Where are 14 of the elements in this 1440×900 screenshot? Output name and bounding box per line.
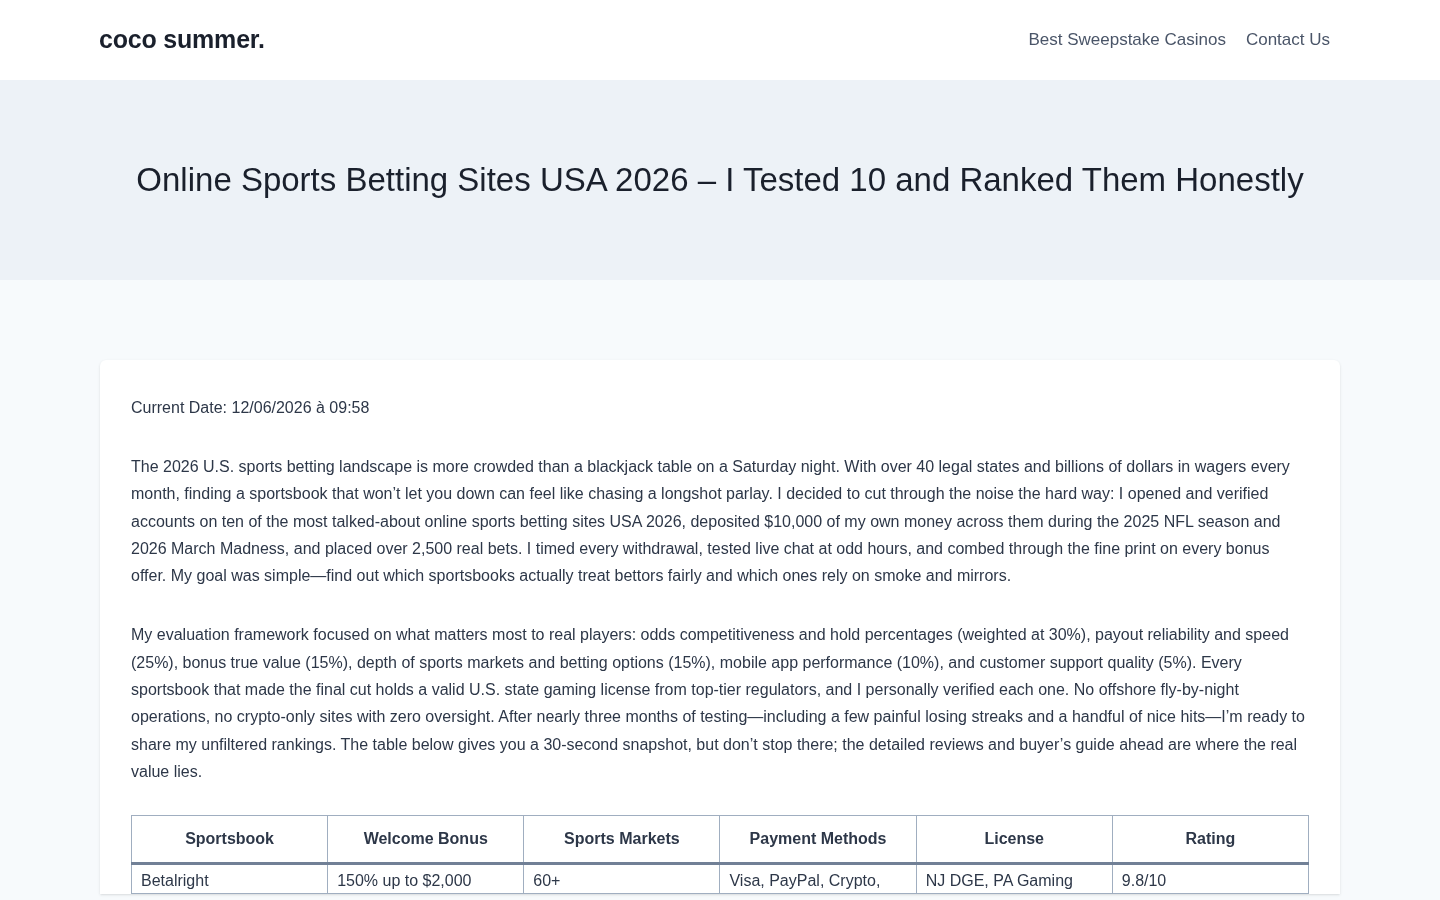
nav-link[interactable]: Contact Us — [1245, 27, 1330, 53]
column-header: Payment Methods — [719, 815, 917, 864]
column-header: Sports Markets — [523, 815, 720, 864]
nav-link[interactable]: Best Sweepstake Casinos — [1028, 27, 1226, 53]
site-logo[interactable]: coco summer. — [99, 21, 265, 59]
page-title: Online Sports Betting Sites USA 2026 – I Tested 10 and Ranked Them Honestly — [136, 160, 1304, 201]
current-date-text: Current Date: 12/06/2026 à 09:58 — [131, 398, 371, 418]
article-paragraph: My evaluation framework focused on what matters most to real players: odds competitiveness and hold percentages (weighted at 30%), payout reliability and speed (25%), bonus true value (15%), depth of sports markets and betting options (15%), mobile app performance (10%), and customer support quality (5%). Every sportsbook that made the final cut holds a valid U.S. state gaming license from top-tier regulators, and I personally verified each one. No offshore fly-by-night operations, no crypto-only sites with zero oversight. After nearly three months of testing—including a few painful losing streaks and a handful of nice hits—I’m ready to share my unfiltered rankings. The table below gives you a 30-second snapshot, but don’t stop there; the detailed reviews and buyer’s guide ahead are where the real value lies. — [131, 625, 1306, 782]
column-header: Sportsbook — [131, 815, 328, 864]
column-header: Rating — [1112, 815, 1309, 864]
column-header: Welcome Bonus — [327, 815, 524, 864]
table-cell: Betalright — [131, 863, 328, 894]
article-paragraph: The 2026 U.S. sports betting landscape is more crowded than a blackjack table on a Saturday night. With over 40 legal states and billions of dollars in wagers every month, finding a sportsbook that won’t let you down can feel like chasing a longshot parlay. I decided to cut through the noise the hard way: I opened and verified accounts on ten of the most talked-about online sports betting sites USA 2026, deposited $10,000 of my own money across them during the 2025 NFL season and 2026 March Madness, and placed over 2,500 real bets. I timed every withdrawal, tested live chat at odd hours, and combed through the fine print on every bonus offer. My goal was simple—find out which sportsbooks actually treat bettors fairly and which ones rely on smoke and mirrors. — [131, 457, 1291, 587]
column-header: License — [916, 815, 1113, 864]
